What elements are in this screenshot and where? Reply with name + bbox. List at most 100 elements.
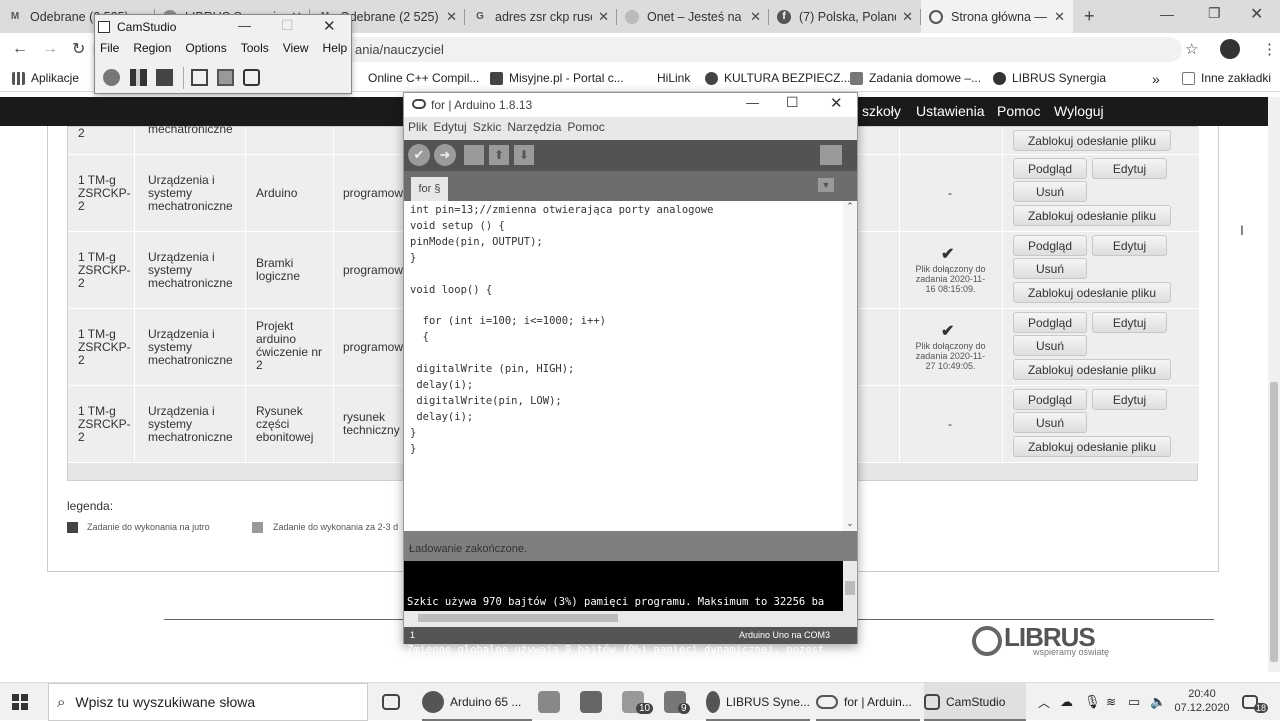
code-line[interactable]: pinMode(pin, OUTPUT); — [410, 235, 713, 251]
scroll-up-icon[interactable]: ⌃ — [843, 201, 857, 212]
taskbar-app-arduino-folder[interactable]: Arduino 65 ... — [422, 683, 532, 721]
nav-logout[interactable]: Wyloguj — [1054, 103, 1104, 119]
bookmark-item[interactable]: Online C++ Compil... — [368, 71, 479, 85]
close-icon[interactable]: ✕ — [902, 9, 913, 25]
code-line[interactable]: } — [410, 426, 713, 442]
code-line[interactable] — [410, 267, 713, 283]
maximize-icon[interactable]: ☐ — [786, 94, 799, 111]
delete-button[interactable]: Usuń — [1013, 335, 1087, 356]
browser-tab[interactable]: G adres zsr ckp rusocin ✕ — [465, 0, 617, 33]
block-upload-button[interactable]: Zablokuj odesłanie pliku — [1013, 436, 1171, 457]
preview-button[interactable]: Podgląd — [1013, 389, 1087, 410]
tab-menu-icon[interactable]: ▼ — [818, 178, 834, 192]
minimize-icon[interactable]: — — [746, 95, 759, 110]
code-line[interactable]: } — [410, 442, 713, 458]
code-line[interactable]: digitalWrite (pin, HIGH); — [410, 362, 713, 378]
code-line[interactable]: } — [410, 251, 713, 267]
editor-scrollbar[interactable]: ⌃ ⌄ — [843, 201, 857, 531]
wifi-icon[interactable]: ≋ — [1106, 683, 1116, 721]
code-line[interactable]: for (int i=100; i<=1000; i++) — [410, 314, 713, 330]
minimize-icon[interactable]: — — [1160, 6, 1174, 22]
bookmark-item[interactable]: LIBRUS Synergia — [993, 71, 1106, 85]
clock[interactable]: 20:40 07.12.2020 — [1172, 687, 1232, 715]
code-line[interactable]: int pin=13;//zmienna otwierająca porty a… — [410, 203, 713, 219]
close-icon[interactable]: ✕ — [830, 94, 843, 112]
bookmark-item[interactable]: Misyjne.pl - Portal c... — [490, 71, 624, 85]
menu-szkic[interactable]: Szkic — [473, 120, 502, 138]
explorer-icon[interactable] — [538, 683, 566, 721]
nav-schools[interactable]: szkoły — [862, 103, 901, 119]
console-hscrollbar[interactable] — [404, 611, 857, 625]
close-window-icon[interactable]: ✕ — [1250, 4, 1263, 24]
scrollbar-thumb[interactable] — [845, 581, 855, 595]
menu-edytuj[interactable]: Edytuj — [433, 120, 466, 138]
region-icon[interactable] — [191, 69, 208, 86]
close-icon[interactable]: ✕ — [446, 9, 457, 25]
restore-icon[interactable]: ❐ — [1208, 5, 1221, 22]
sketch-tab[interactable]: for § — [411, 177, 448, 201]
bookmark-apps[interactable]: Aplikacje — [12, 71, 79, 85]
menu-kebab-icon[interactable]: ⋮ — [1262, 40, 1277, 58]
preview-button[interactable]: Podgląd — [1013, 158, 1087, 179]
new-tab-icon[interactable]: + — [1084, 6, 1095, 27]
bookmark-item[interactable]: HiLink — [657, 71, 690, 85]
options-icon[interactable] — [217, 69, 234, 86]
volume-icon[interactable]: 🔈 — [1150, 683, 1166, 721]
reload-icon[interactable]: ↻ — [72, 39, 85, 59]
preview-button[interactable]: Podgląd — [1013, 235, 1087, 256]
preview-button[interactable]: Podgląd — [1013, 312, 1087, 333]
app-icon[interactable]: 9 — [664, 683, 692, 721]
upload-icon[interactable]: ➜ — [434, 144, 456, 166]
microphone-icon[interactable]: 🎙 — [1084, 683, 1101, 721]
browser-tab-active[interactable]: Strona główna — ✕ — [921, 0, 1073, 33]
menu-help[interactable]: Help — [323, 41, 348, 59]
menu-region[interactable]: Region — [133, 41, 171, 59]
mail-icon[interactable]: 10 — [622, 683, 654, 721]
verify-icon[interactable]: ✔ — [408, 144, 430, 166]
block-upload-button[interactable]: Zablokuj odesłanie pliku — [1013, 282, 1171, 303]
edit-button[interactable]: Edytuj — [1092, 312, 1167, 333]
minimize-icon[interactable]: — — [238, 18, 251, 33]
delete-button[interactable]: Usuń — [1013, 412, 1087, 433]
menu-file[interactable]: File — [100, 41, 119, 59]
forward-icon[interactable]: → — [42, 40, 58, 58]
battery-icon[interactable]: ▭ — [1128, 683, 1140, 721]
browser-tab[interactable]: Onet – Jesteś na bieżąco ✕ — [617, 0, 769, 33]
nav-help[interactable]: Pomoc — [997, 103, 1041, 119]
bookmark-item[interactable]: Zadania domowe –... — [850, 71, 981, 85]
notifications-icon[interactable]: 18 — [1242, 683, 1269, 721]
serial-monitor-icon[interactable] — [820, 145, 842, 165]
cloud-icon[interactable]: ☁ — [1060, 683, 1073, 721]
tray-chevron-icon[interactable]: ︿ — [1038, 683, 1050, 721]
code-line[interactable]: void loop() { — [410, 283, 713, 299]
star-icon[interactable]: ☆ — [1185, 40, 1198, 58]
edit-button[interactable]: Edytuj — [1092, 158, 1167, 179]
pause-icon[interactable] — [130, 69, 147, 86]
store-icon[interactable] — [580, 683, 608, 721]
code-line[interactable]: digitalWrite(pin, LOW); — [410, 394, 713, 410]
code-line[interactable]: { — [410, 330, 713, 346]
stop-icon[interactable] — [156, 69, 173, 86]
record-icon[interactable] — [103, 69, 120, 86]
block-upload-button[interactable]: Zablokuj odesłanie pliku — [1013, 130, 1171, 151]
close-icon[interactable]: ✕ — [1054, 9, 1065, 25]
taskbar-search[interactable]: ⌕ Wpisz tu wyszukiwane słowa — [48, 683, 368, 721]
code-line[interactable] — [410, 346, 713, 362]
menu-view[interactable]: View — [283, 41, 309, 59]
menu-tools[interactable]: Tools — [241, 41, 269, 59]
scrollbar-thumb[interactable] — [1270, 382, 1278, 662]
code-editor[interactable]: int pin=13;//zmienna otwierająca porty a… — [404, 201, 857, 531]
block-upload-button[interactable]: Zablokuj odesłanie pliku — [1013, 359, 1171, 380]
menu-narzedzia[interactable]: Narzędzia — [507, 120, 561, 138]
close-icon[interactable]: ✕ — [598, 9, 609, 25]
taskbar-app-arduino[interactable]: for | Arduin... — [816, 683, 920, 721]
close-icon[interactable]: ✕ — [323, 17, 336, 35]
code-line[interactable]: void setup () { — [410, 219, 713, 235]
taskbar-app-camstudio[interactable]: CamStudio — [924, 683, 1026, 721]
page-scrollbar[interactable] — [1268, 97, 1280, 672]
menu-plik[interactable]: Plik — [408, 120, 427, 138]
avatar[interactable] — [1220, 39, 1240, 59]
bookmark-item[interactable]: KULTURA BEZPIECZ... — [705, 71, 850, 85]
console-scrollbar[interactable] — [843, 561, 857, 611]
scroll-down-icon[interactable]: ⌄ — [843, 518, 857, 529]
